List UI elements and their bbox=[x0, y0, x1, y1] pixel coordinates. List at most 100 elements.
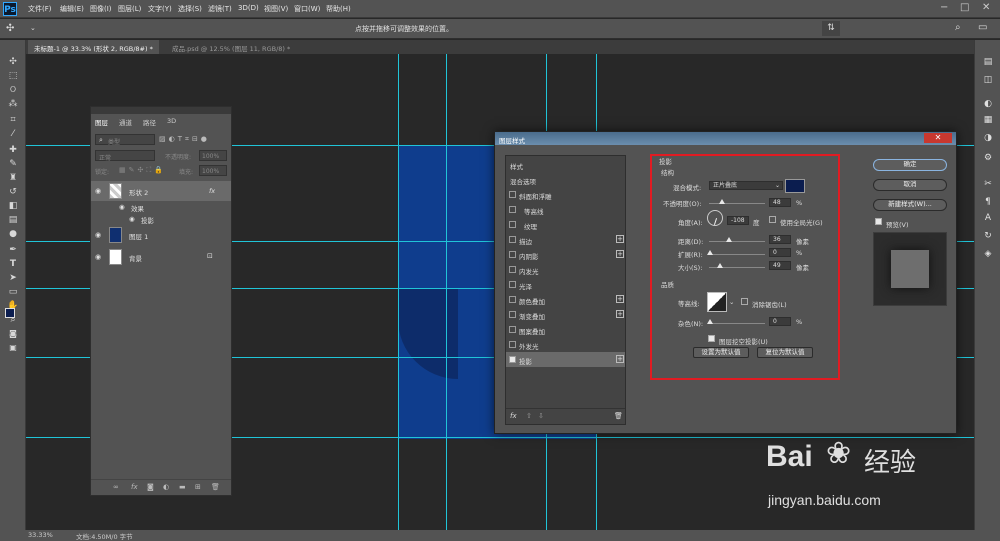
rotate-icon[interactable]: ↻ bbox=[981, 230, 995, 242]
pen-icon[interactable]: ✒ bbox=[7, 244, 19, 256]
close-icon[interactable]: ✕ bbox=[982, 2, 990, 13]
link-icon[interactable]: ∞ bbox=[113, 483, 119, 491]
trash-icon[interactable]: 🗑 bbox=[211, 483, 220, 491]
foreground-color[interactable] bbox=[5, 308, 15, 318]
style-item[interactable]: 等高线 bbox=[506, 202, 625, 217]
ok-button[interactable]: 确定 bbox=[873, 159, 947, 171]
menu-type[interactable]: 文字(Y) bbox=[148, 4, 172, 14]
styles-header[interactable]: 样式 bbox=[510, 161, 523, 171]
add-effect-icon[interactable]: + bbox=[616, 295, 624, 303]
eye-icon[interactable]: ◉ bbox=[95, 253, 101, 261]
doc-info[interactable]: 文档:4.50M/0 字节 bbox=[76, 531, 133, 541]
dodge-icon[interactable]: ● bbox=[7, 228, 19, 240]
style-item[interactable]: 外发光 bbox=[506, 337, 625, 352]
shape-icon[interactable]: ▭ bbox=[7, 286, 19, 298]
add-mask-icon[interactable]: ◙ bbox=[147, 483, 154, 491]
style-checkbox[interactable] bbox=[509, 266, 516, 273]
lasso-icon[interactable]: ଠ bbox=[7, 84, 19, 96]
screen-mode-icon[interactable]: ▣ bbox=[7, 342, 19, 354]
style-checkbox[interactable] bbox=[509, 191, 516, 198]
style-checkbox[interactable] bbox=[509, 311, 516, 318]
dialog-title[interactable]: 图层样式 bbox=[495, 132, 956, 145]
style-item[interactable]: 渐变叠加 + bbox=[506, 307, 625, 322]
menu-image[interactable]: 图像(I) bbox=[90, 4, 112, 14]
menu-edit[interactable]: 编辑(E) bbox=[60, 4, 84, 14]
layer-row-shape2[interactable]: ◉ 形状 2 fx bbox=[91, 181, 231, 201]
style-checkbox[interactable] bbox=[509, 221, 516, 228]
layer-name[interactable]: 形状 2 bbox=[129, 187, 148, 197]
adjustment-layer-icon[interactable]: ◐ bbox=[163, 483, 169, 491]
tab-channels[interactable]: 通道 bbox=[119, 117, 132, 127]
style-checkbox[interactable] bbox=[509, 236, 516, 243]
menu-3d[interactable]: 3D(D) bbox=[238, 4, 259, 12]
paragraph-icon[interactable]: ¶ bbox=[981, 196, 995, 208]
lock-icons[interactable]: ▦✎✣⛶🔒 bbox=[119, 166, 166, 175]
style-checkbox[interactable] bbox=[509, 341, 516, 348]
opacity-input[interactable]: 100% bbox=[199, 150, 227, 161]
swatches-icon[interactable]: ▦ bbox=[981, 114, 995, 126]
style-item[interactable]: 纹理 bbox=[506, 217, 625, 232]
add-effect-icon[interactable]: + bbox=[616, 310, 624, 318]
style-item[interactable]: 斜面和浮雕 bbox=[506, 187, 625, 202]
menu-file[interactable]: 文件(F) bbox=[28, 4, 52, 14]
shadow-eye-icon[interactable]: ◉ bbox=[129, 215, 135, 223]
effects-eye-icon[interactable]: ◉ bbox=[119, 203, 125, 211]
layer-row-layer1[interactable]: ◉ 图层 1 bbox=[91, 225, 231, 245]
menu-window[interactable]: 窗口(W) bbox=[294, 4, 320, 14]
tools-icon[interactable]: ✂ bbox=[981, 178, 995, 190]
layer-effects-row[interactable]: ◉ 效果 bbox=[91, 201, 231, 213]
styles-icon[interactable]: ⚙ bbox=[981, 152, 995, 164]
preview-checkbox[interactable] bbox=[875, 218, 882, 225]
style-checkbox[interactable] bbox=[509, 296, 516, 303]
style-item[interactable]: 描边 + bbox=[506, 232, 625, 247]
layer-name[interactable]: 背景 bbox=[129, 253, 142, 263]
blend-mode-select[interactable]: 正常 bbox=[95, 150, 155, 162]
path-select-icon[interactable]: ➤ bbox=[7, 272, 19, 284]
history-icon[interactable]: ▤ bbox=[981, 56, 995, 68]
history-brush-icon[interactable]: ↺ bbox=[7, 186, 19, 198]
move-icon[interactable]: ✣ bbox=[7, 56, 19, 68]
color-icon[interactable]: ◐ bbox=[981, 98, 995, 110]
cancel-button[interactable]: 取消 bbox=[873, 179, 947, 191]
menu-layer[interactable]: 图层(L) bbox=[118, 4, 141, 14]
quick-mask-icon[interactable]: ◙ bbox=[7, 328, 19, 340]
tab-3d[interactable]: 3D bbox=[167, 117, 176, 125]
menu-view[interactable]: 视图(V) bbox=[264, 4, 288, 14]
eyedropper-icon[interactable]: ⁄ bbox=[7, 128, 19, 140]
move-tool-icon[interactable]: ✣ bbox=[6, 23, 14, 34]
tab-finished[interactable]: 成品.psd @ 12.5% (图层 11, RGB/8) * bbox=[166, 40, 296, 54]
layer-filter-select[interactable]: ⌕ 类型 bbox=[95, 134, 155, 146]
style-item[interactable]: 颜色叠加 + bbox=[506, 292, 625, 307]
eye-icon[interactable]: ◉ bbox=[95, 231, 101, 239]
add-effect-icon[interactable]: + bbox=[616, 250, 624, 258]
adjustments-icon[interactable]: ◑ bbox=[981, 132, 995, 144]
workspace-icon[interactable]: ▭ bbox=[978, 22, 987, 33]
filter-icons[interactable]: ▨◐T⌗⊟● bbox=[159, 135, 210, 144]
style-checkbox[interactable] bbox=[509, 356, 516, 363]
style-item[interactable]: 内发光 bbox=[506, 262, 625, 277]
menu-help[interactable]: 帮助(H) bbox=[326, 4, 351, 14]
new-style-button[interactable]: 新建样式(W)... bbox=[873, 199, 947, 211]
layers-dock-icon[interactable]: ◈ bbox=[981, 248, 995, 260]
crop-icon[interactable]: ⌗ bbox=[7, 114, 19, 126]
menu-filter[interactable]: 滤镜(T) bbox=[208, 4, 232, 14]
layer-name[interactable]: 图层 1 bbox=[129, 231, 148, 241]
search-icon[interactable]: ⌕ bbox=[955, 22, 961, 33]
move-down-icon[interactable]: ⇩ bbox=[538, 412, 544, 420]
maximize-icon[interactable]: □ bbox=[960, 2, 969, 13]
marquee-icon[interactable]: ⬚ bbox=[7, 70, 19, 82]
brush-icon[interactable]: ✎ bbox=[7, 158, 19, 170]
style-checkbox[interactable] bbox=[509, 326, 516, 333]
add-style-icon[interactable]: fx bbox=[131, 483, 138, 491]
style-checkbox[interactable] bbox=[509, 281, 516, 288]
minimize-icon[interactable]: − bbox=[940, 2, 948, 13]
style-checkbox[interactable] bbox=[509, 206, 516, 213]
layer-row-background[interactable]: ◉ 背景 ⊡ bbox=[91, 247, 231, 267]
add-effect-icon[interactable]: + bbox=[616, 355, 624, 363]
style-item[interactable]: 光泽 bbox=[506, 277, 625, 292]
chevron-down-icon[interactable]: ⌄ bbox=[30, 24, 36, 32]
panel-toggle-icon[interactable]: ⇅ bbox=[822, 21, 840, 36]
zoom-level[interactable]: 33.33% bbox=[28, 531, 53, 539]
style-item[interactable]: 投影 + bbox=[506, 352, 625, 367]
eraser-icon[interactable]: ◧ bbox=[7, 200, 19, 212]
